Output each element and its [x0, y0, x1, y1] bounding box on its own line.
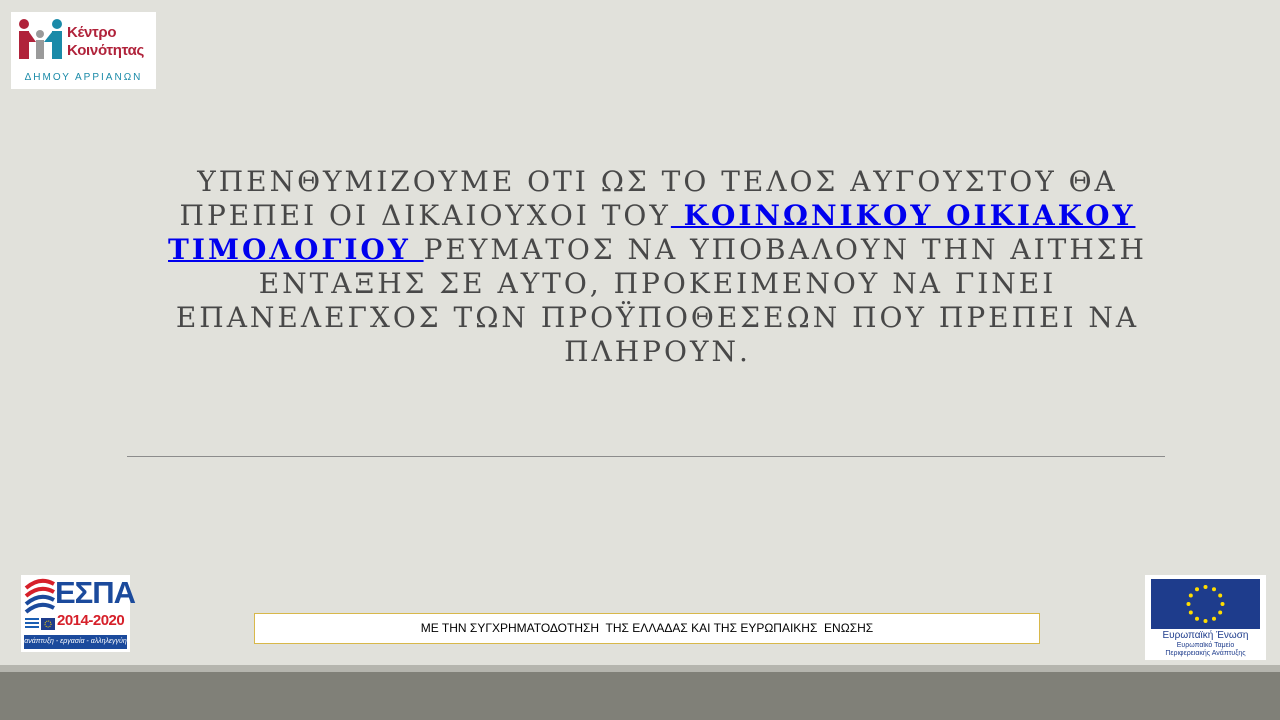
cofunding-banner: ΜΕ ΤΗΝ ΣΥΓΧΡΗΜΑΤΟΔΟΤΗΣΗ ΤΗΣ ΕΛΛΑΔΑΣ ΚΑΙ … — [254, 613, 1040, 644]
footer-stripe — [0, 665, 1280, 672]
kentro-koinotitas-logo: Κέντρο Κοινότητας ΔΗΜΟΥ ΑΡΡΙΑΝΩΝ — [11, 12, 156, 89]
eu-flag-icon — [1151, 579, 1260, 629]
logo-title-line2: Κοινότητας — [67, 42, 145, 59]
espa-logo: ΕΣΠΑ 2014-2020 ανάπτυξη - εργασία - αλλη… — [21, 575, 136, 652]
eu-title: Ευρωπαϊκή Ένωση — [1162, 630, 1249, 641]
eu-fund-line1: Ευρωπαϊκό Ταμείο — [1176, 642, 1235, 649]
footer-bar — [0, 672, 1280, 720]
espa-wave-icon — [24, 578, 55, 614]
greek-eu-flags-icon — [25, 618, 55, 630]
logo-subtitle: ΔΗΜΟΥ ΑΡΡΙΑΝΩΝ — [24, 72, 143, 83]
announcement-text: ΥΠΕΝΘΥΜΙΖΟΥΜΕ ΟΤΙ ΩΣ ΤΟ ΤΕΛΟΣ ΑΥΓΟΥΣΤΟΥ … — [165, 165, 1150, 369]
eu-fund-line2: Περιφερειακής Ανάπτυξης — [1165, 650, 1246, 657]
logo-title-line1: Κέντρο — [67, 24, 117, 41]
divider-line — [127, 456, 1165, 457]
eu-logo: Ευρωπαϊκή Ένωση Ευρωπαϊκό Ταμείο Περιφερ… — [1145, 575, 1266, 660]
family-figures-icon — [19, 19, 62, 59]
espa-title: ΕΣΠΑ — [55, 575, 136, 610]
espa-tagline: ανάπτυξη - εργασία - αλληλεγγύη — [24, 635, 127, 649]
espa-years: 2014-2020 — [57, 612, 127, 630]
